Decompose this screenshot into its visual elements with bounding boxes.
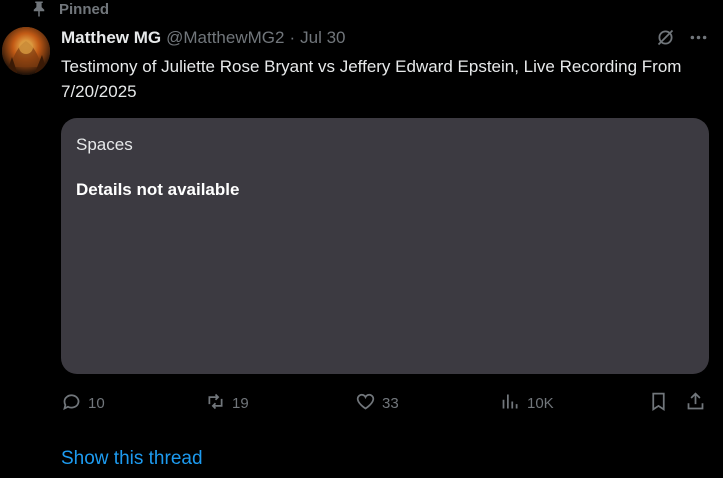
tweet-date[interactable]: Jul 30	[300, 28, 345, 48]
spaces-card[interactable]: Spaces Details not available	[61, 118, 709, 374]
spaces-label: Spaces	[76, 135, 133, 154]
separator-dot: ·	[289, 28, 296, 47]
like-button[interactable]: 33	[355, 391, 399, 416]
reply-count: 10	[88, 395, 105, 412]
reply-icon	[61, 391, 82, 416]
reply-button[interactable]: 10	[61, 391, 105, 416]
tweet-text: Testimony of Juliette Rose Bryant vs Jef…	[61, 57, 682, 101]
bookmark-icon	[648, 391, 669, 416]
show-thread-link[interactable]: Show this thread	[61, 448, 203, 470]
pinned-label: Pinned	[59, 0, 110, 18]
bookmark-button[interactable]	[648, 391, 669, 416]
spaces-detail: Details not available	[76, 180, 240, 199]
tweet-header: Matthew MG @MatthewMG2 · Jul 30	[61, 27, 713, 49]
like-count: 33	[382, 395, 399, 412]
tweet-page: Pinned Matthew MG @MatthewMG2 · Jul 30 T…	[0, 0, 723, 478]
avatar[interactable]	[2, 27, 50, 75]
user-handle[interactable]: @MatthewMG2	[166, 28, 284, 48]
action-bar: 10 19 33 10K	[61, 391, 711, 415]
more-options-icon[interactable]	[688, 27, 709, 48]
repost-button[interactable]: 19	[205, 391, 249, 416]
pinned-indicator: Pinned	[30, 0, 109, 18]
display-name[interactable]: Matthew MG	[61, 28, 161, 48]
header-actions	[655, 27, 709, 48]
heart-icon	[355, 391, 376, 416]
repost-icon	[205, 391, 226, 416]
pin-icon	[30, 0, 48, 18]
share-icon	[685, 391, 706, 416]
grok-icon[interactable]	[655, 27, 676, 48]
views-button[interactable]: 10K	[500, 391, 554, 416]
repost-count: 19	[232, 395, 249, 412]
views-count: 10K	[527, 395, 554, 412]
share-button[interactable]	[685, 391, 706, 416]
views-icon	[500, 391, 521, 416]
